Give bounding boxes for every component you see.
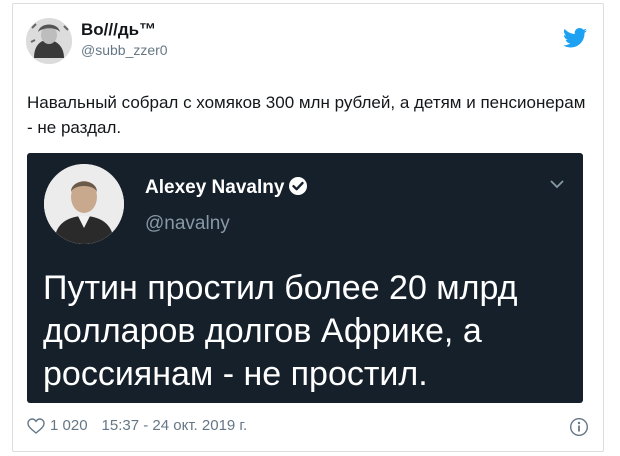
info-icon[interactable] — [569, 417, 589, 437]
author-avatar[interactable] — [26, 18, 72, 64]
twitter-bird-icon[interactable] — [563, 28, 587, 48]
verified-badge-icon — [289, 177, 308, 195]
tweet-card: Во///дь™ @subb_zzer0 Навальный собрал с … — [12, 3, 604, 452]
embedded-author-avatar[interactable] — [44, 164, 124, 244]
embedded-author-name[interactable]: Alexey Navalny — [145, 176, 308, 199]
chevron-down-icon[interactable] — [549, 178, 565, 190]
embedded-author-handle[interactable]: @navalny — [145, 213, 230, 235]
author-name[interactable]: Во///дь™ — [81, 20, 156, 40]
embedded-tweet-text: Путин простил более 20 млрд долларов дол… — [43, 269, 518, 393]
timestamp[interactable]: 15:37 - 24 окт. 2019 г. — [102, 417, 248, 434]
tweet-footer: 1 020 15:37 - 24 окт. 2019 г. — [27, 417, 247, 434]
heart-icon[interactable] — [27, 417, 45, 434]
like-count[interactable]: 1 020 — [50, 417, 88, 434]
author-handle[interactable]: @subb_zzer0 — [81, 42, 168, 58]
tweet-text: Навальный собрал с хомяков 300 млн рубле… — [27, 93, 586, 137]
embedded-tweet[interactable]: Alexey Navalny @navalny Путин простил бо… — [27, 153, 583, 403]
